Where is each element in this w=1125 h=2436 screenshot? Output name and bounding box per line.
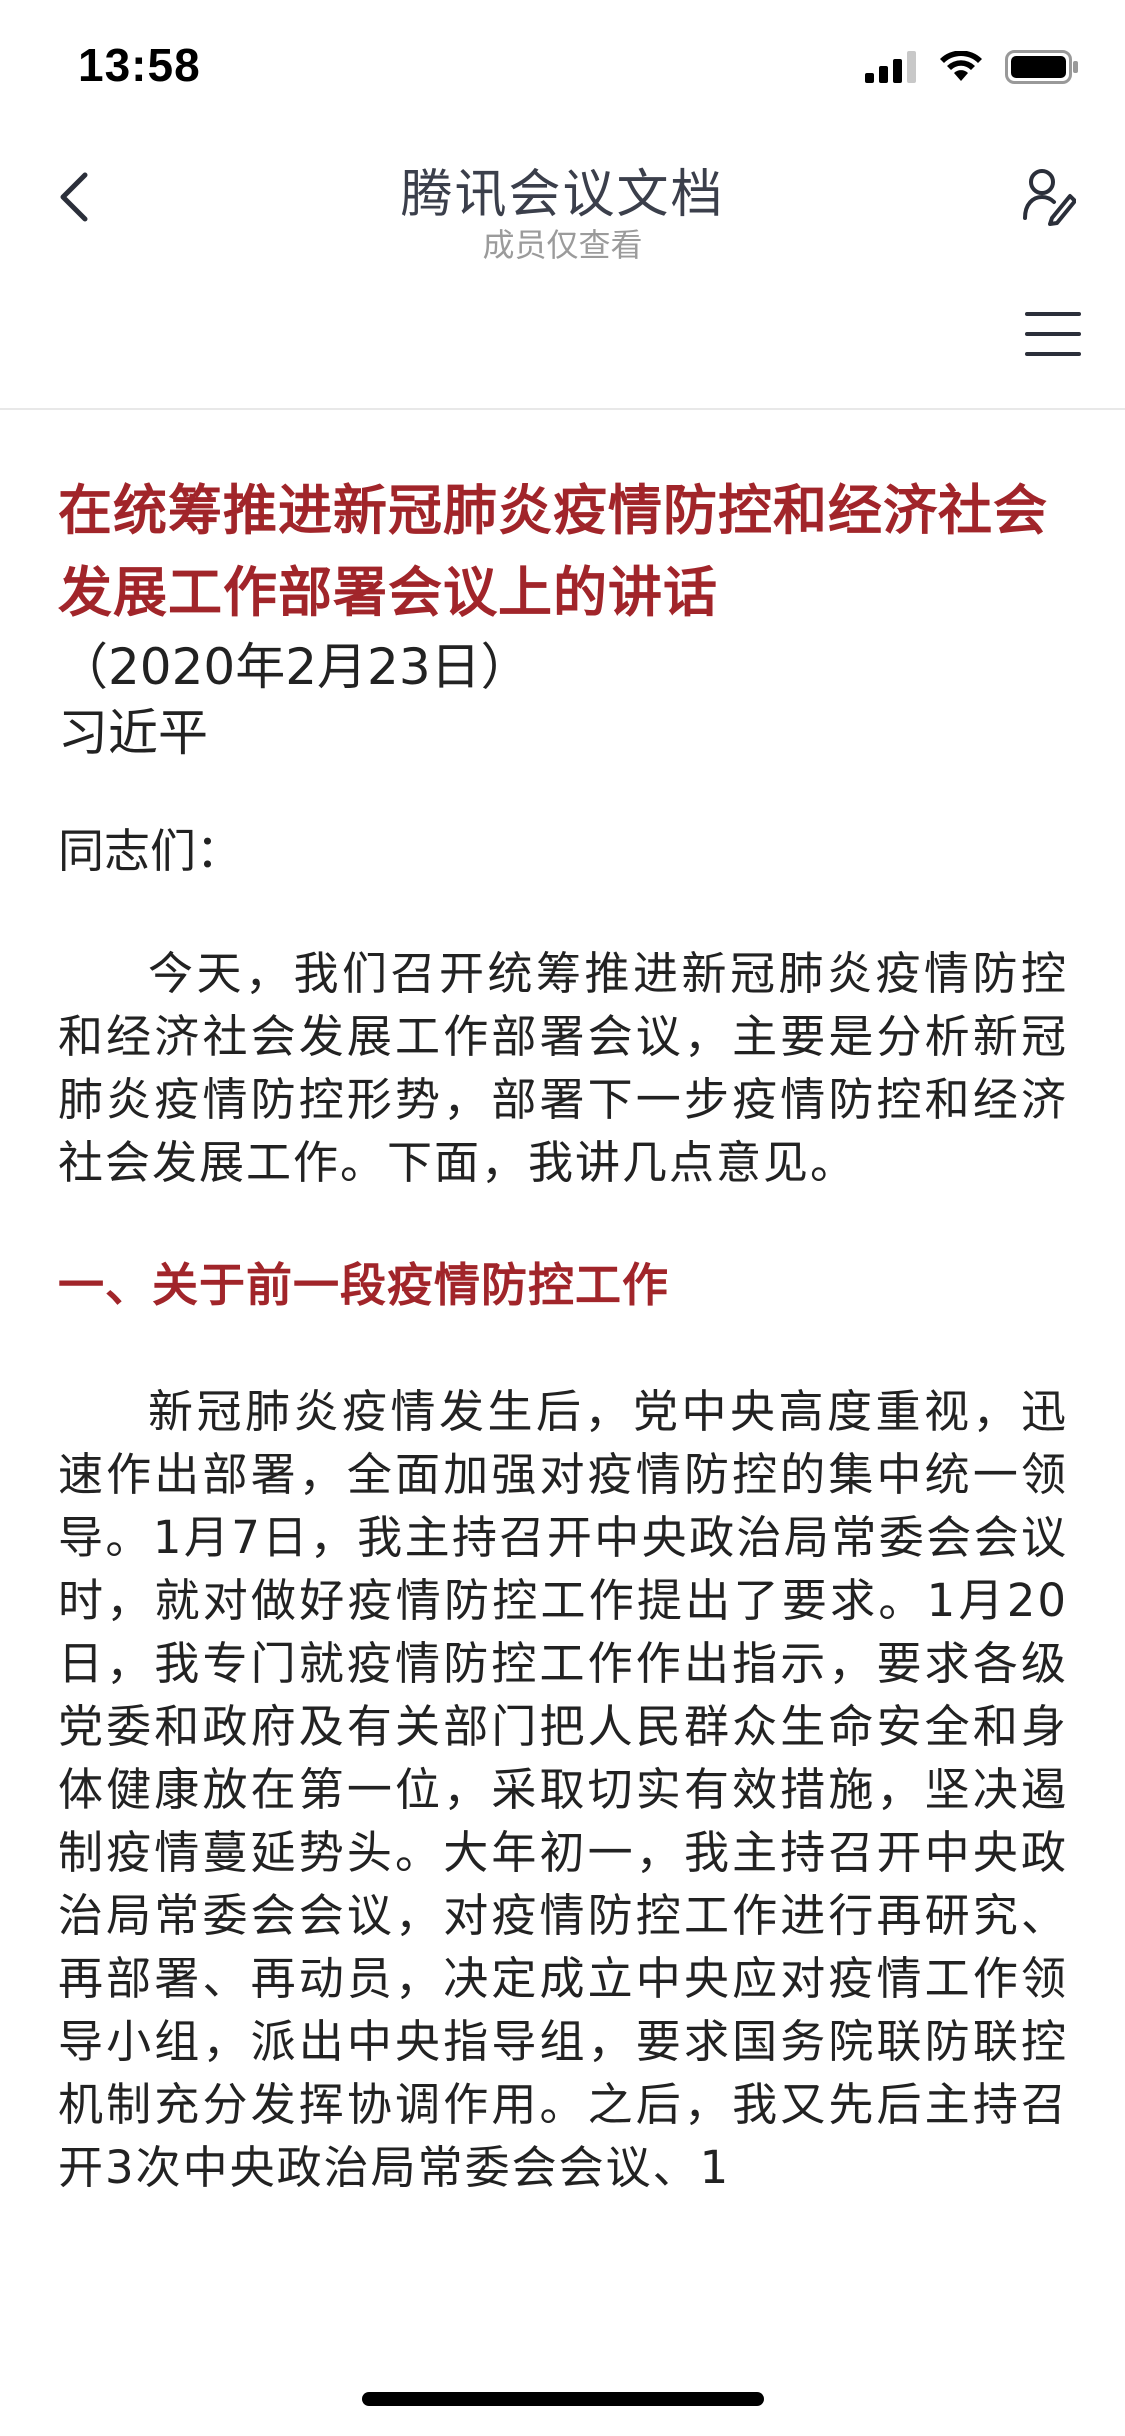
member-edit-icon — [1023, 169, 1076, 226]
document-greeting: 同志们： — [58, 824, 242, 878]
status-icons — [865, 50, 1079, 88]
signal-icon — [865, 51, 917, 87]
document-paragraph: 今天，我们召开统筹推进新冠肺炎疫情防控和经济社会发展工作部署会议，主要是分析新冠… — [58, 947, 1068, 1189]
document-author: 习近平 — [58, 704, 208, 762]
document-title: 在统筹推进新冠肺炎疫情防控和经济社会发展工作部署会议上的讲话 — [58, 479, 1048, 624]
hamburger-menu-icon — [1025, 312, 1081, 356]
page-title: 腾讯会议文档 — [400, 165, 725, 225]
status-bar: 13:58 — [0, 0, 1125, 132]
menu-button[interactable] — [1021, 304, 1085, 364]
page-subtitle: 成员仅查看 — [482, 226, 643, 264]
nav-header: 腾讯会议文档 成员仅查看 — [0, 132, 1125, 410]
section-paragraph: 新冠肺炎疫情发生后，党中央高度重视，迅速作出部署，全面加强对疫情防控的集中统一领… — [58, 1385, 1068, 2194]
home-indicator[interactable] — [362, 2392, 764, 2406]
wifi-icon — [939, 50, 983, 87]
document-body[interactable]: 在统筹推进新冠肺炎疫情防控和经济社会发展工作部署会议上的讲话 （2020年2月2… — [58, 470, 1068, 2259]
document-date: （2020年2月23日） — [58, 638, 531, 696]
status-time: 13:58 — [78, 39, 201, 91]
member-button[interactable] — [1017, 160, 1081, 232]
section-heading: 一、关于前一段疫情防控工作 — [58, 1258, 669, 1312]
battery-icon — [1005, 50, 1079, 88]
